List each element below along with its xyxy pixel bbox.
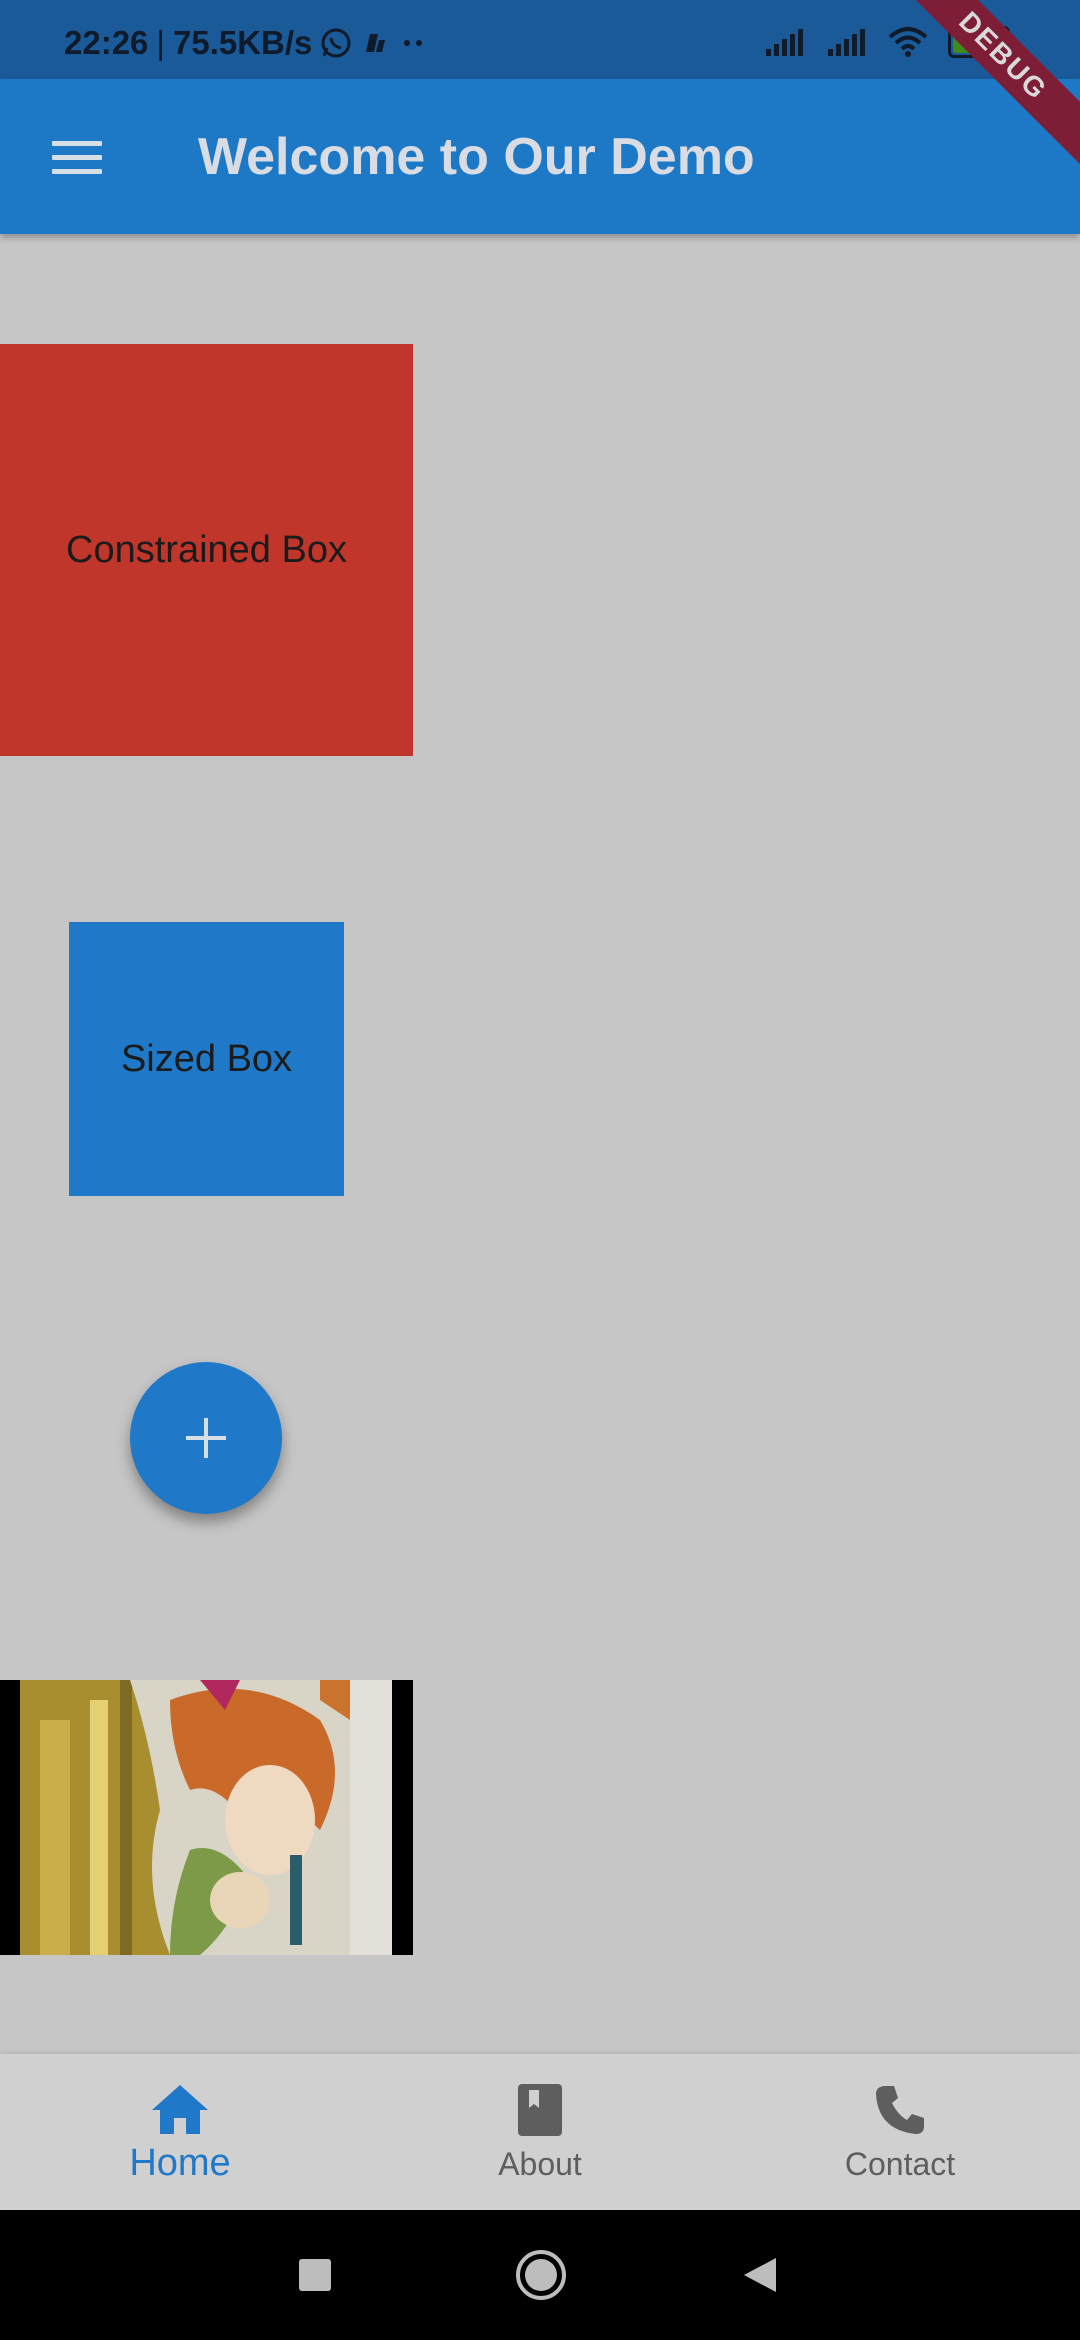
network-speed: 75.5KB/s: [172, 24, 313, 61]
nav-label-home: Home: [129, 2142, 231, 2184]
status-bar: 22:26 | 75.5KB/s: [0, 0, 1080, 79]
nav-item-contact[interactable]: Contact: [720, 2054, 1080, 2210]
system-navigation-bar: [0, 2210, 1080, 2340]
back-icon[interactable]: [742, 2256, 778, 2294]
nav-item-about[interactable]: About: [360, 2054, 720, 2210]
nav-label-about: About: [498, 2146, 582, 2182]
anime-image: [0, 1680, 413, 1955]
wifi-icon: [888, 27, 928, 57]
page-title: Welcome to Our Demo: [198, 128, 755, 186]
constrained-box: Constrained Box: [0, 344, 413, 756]
constrained-box-label: Constrained Box: [66, 528, 347, 571]
signal-icon: [766, 29, 803, 56]
bottom-navigation: Home About Contact: [0, 2054, 1080, 2210]
signal-icon: [828, 29, 865, 56]
book-icon: [518, 2084, 562, 2136]
home-circle-icon[interactable]: [514, 2248, 568, 2302]
status-time: 22:26: [64, 24, 149, 61]
sized-box: Sized Box: [69, 922, 344, 1196]
nav-item-home[interactable]: Home: [0, 2054, 360, 2210]
app-bar: Welcome to Our Demo: [0, 79, 1080, 234]
nav-label-contact: Contact: [844, 2146, 956, 2182]
status-separator: |: [156, 24, 165, 61]
status-left: 22:26 | 75.5KB/s: [64, 24, 428, 62]
add-fab-button[interactable]: [130, 1362, 282, 1514]
hamburger-menu-icon[interactable]: [52, 141, 102, 175]
anime-illustration: [20, 1680, 392, 1955]
phone-icon: [876, 2086, 924, 2134]
recent-apps-icon[interactable]: [298, 2258, 332, 2292]
more-dots-icon: [404, 40, 423, 46]
plus-icon: [186, 1418, 226, 1458]
home-icon: [152, 2085, 208, 2134]
sized-box-label: Sized Box: [120, 1037, 293, 1080]
app-notification-icon: [366, 34, 386, 52]
whatsapp-icon: [321, 28, 351, 58]
